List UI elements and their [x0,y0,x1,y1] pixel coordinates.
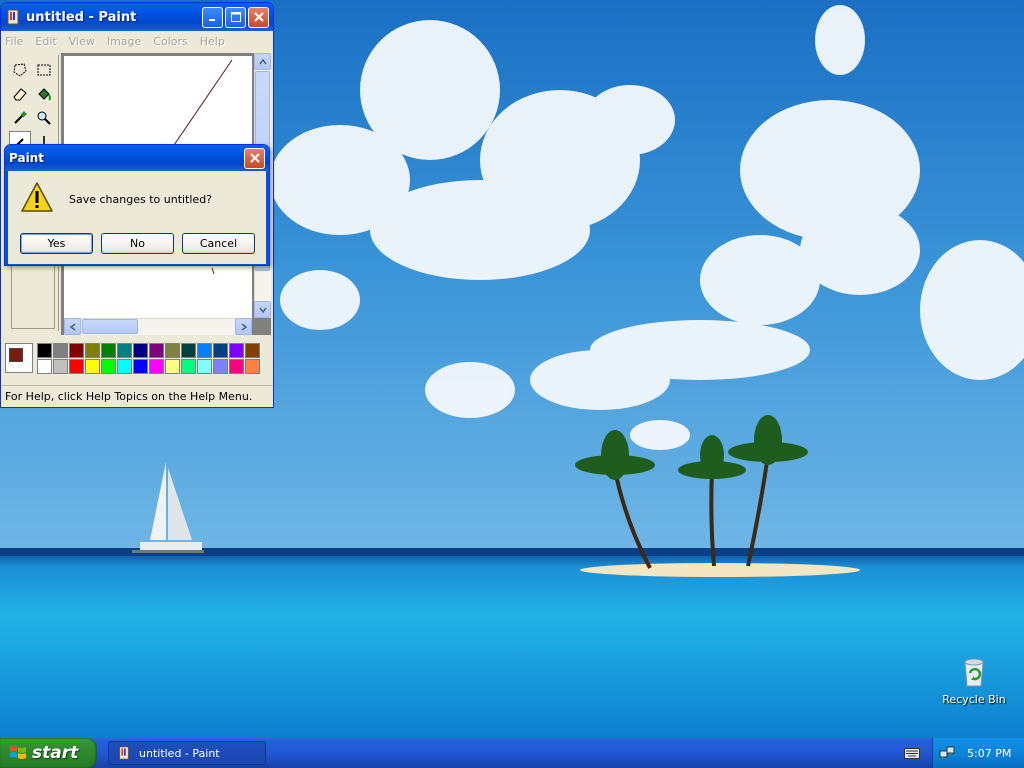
close-button[interactable] [248,6,269,28]
paint-menubar: File Edit View Image Colors Help [1,31,273,51]
color-swatch[interactable] [117,359,132,374]
menu-image[interactable]: Image [107,35,141,48]
dialog-close-button[interactable] [244,147,265,169]
color-swatch[interactable] [101,359,116,374]
color-swatch[interactable] [181,359,196,374]
color-swatch[interactable] [37,359,52,374]
arrow-up-icon [258,58,267,64]
color-swatch[interactable] [133,359,148,374]
color-swatch[interactable] [197,359,212,374]
color-swatch[interactable] [149,359,164,374]
keyboard-icon[interactable] [904,746,920,760]
cancel-button[interactable]: Cancel [182,233,255,254]
color-picker-tool[interactable] [9,107,31,129]
maximize-button[interactable] [225,6,246,28]
color-swatch[interactable] [149,343,164,358]
menu-help[interactable]: Help [200,35,225,48]
start-button[interactable]: start [0,738,97,768]
arrow-right-icon [241,322,247,331]
color-swatch[interactable] [213,343,228,358]
arrow-left-icon [69,322,75,331]
color-swatch[interactable] [245,343,260,358]
color-swatch[interactable] [213,359,228,374]
taskbar: start untitled - Paint 5:07 PM [0,738,1024,768]
color-swatch[interactable] [85,343,100,358]
rect-select-icon [37,64,51,76]
menu-file[interactable]: File [5,35,23,48]
magnifier-tool[interactable] [33,107,55,129]
free-form-select-icon [13,63,27,77]
taskbar-item-paint[interactable]: untitled - Paint [108,741,266,765]
color-swatch[interactable] [229,343,244,358]
paint-titlebar[interactable]: untitled - Paint [1,3,273,31]
horizontal-scroll-thumb[interactable] [82,319,138,334]
clock[interactable]: 5:07 PM [967,747,1011,760]
minimize-icon [208,19,215,21]
eyedropper-icon [14,111,27,124]
eraser-tool[interactable] [9,83,31,105]
scroll-up-button[interactable] [254,53,271,70]
network-icon[interactable] [939,745,955,761]
paint-app-icon [119,746,129,760]
color-swatch[interactable] [245,359,260,374]
paint-bucket-icon [38,88,51,101]
color-swatch[interactable] [69,343,84,358]
color-swatch[interactable] [229,359,244,374]
color-swatch[interactable] [117,343,132,358]
rect-select-tool[interactable] [33,59,55,81]
taskbar-item-label: untitled - Paint [139,746,220,760]
close-icon [253,12,264,22]
paint-app-icon [7,9,19,25]
scroll-down-button[interactable] [254,301,271,318]
warning-icon [21,182,53,212]
recycle-bin-shortcut[interactable]: Recycle Bin [938,656,1010,706]
eraser-icon [13,88,27,101]
no-button[interactable]: No [101,233,174,254]
dialog-title: Paint [9,151,44,165]
color-swatch[interactable] [53,343,68,358]
dialog-message: Save changes to untitled? [69,193,213,206]
color-box [3,339,271,377]
color-swatch[interactable] [197,343,212,358]
start-label: start [32,743,79,763]
system-tray: 5:07 PM [932,738,1024,768]
color-swatch[interactable] [69,359,84,374]
menu-colors[interactable]: Colors [153,35,187,48]
foreground-color [9,348,23,362]
dialog-body: Save changes to untitled? Yes No Cancel [5,171,269,265]
menu-view[interactable]: View [69,35,95,48]
color-swatch[interactable] [133,343,148,358]
recycle-bin-icon [964,658,984,687]
color-palette [37,343,260,374]
horizontal-scrollbar[interactable] [64,318,252,335]
magnifier-icon [37,111,51,125]
minimize-button[interactable] [202,6,223,28]
fill-tool[interactable] [33,83,55,105]
color-swatch[interactable] [181,343,196,358]
status-text: For Help, click Help Topics on the Help … [5,390,253,403]
close-icon [249,153,260,163]
free-form-select-tool[interactable] [9,59,31,81]
dialog-titlebar[interactable]: Paint [5,145,269,171]
windows-logo-icon [10,746,26,759]
menu-edit[interactable]: Edit [35,35,56,48]
recycle-bin-label: Recycle Bin [942,693,1006,706]
scroll-left-button[interactable] [64,318,81,335]
color-swatch[interactable] [37,343,52,358]
paint-window-title: untitled - Paint [26,9,137,25]
maximize-icon [230,12,241,22]
current-colors[interactable] [5,343,33,373]
yes-button[interactable]: Yes [20,233,93,254]
arrow-down-icon [258,307,267,313]
color-swatch[interactable] [85,359,100,374]
color-swatch[interactable] [165,343,180,358]
save-changes-dialog: Paint Save changes to untitled? Yes No C… [4,144,270,266]
color-swatch[interactable] [165,359,180,374]
scroll-right-button[interactable] [235,318,252,335]
color-swatch[interactable] [53,359,68,374]
status-bar: For Help, click Help Topics on the Help … [1,385,273,407]
color-swatch[interactable] [101,343,116,358]
